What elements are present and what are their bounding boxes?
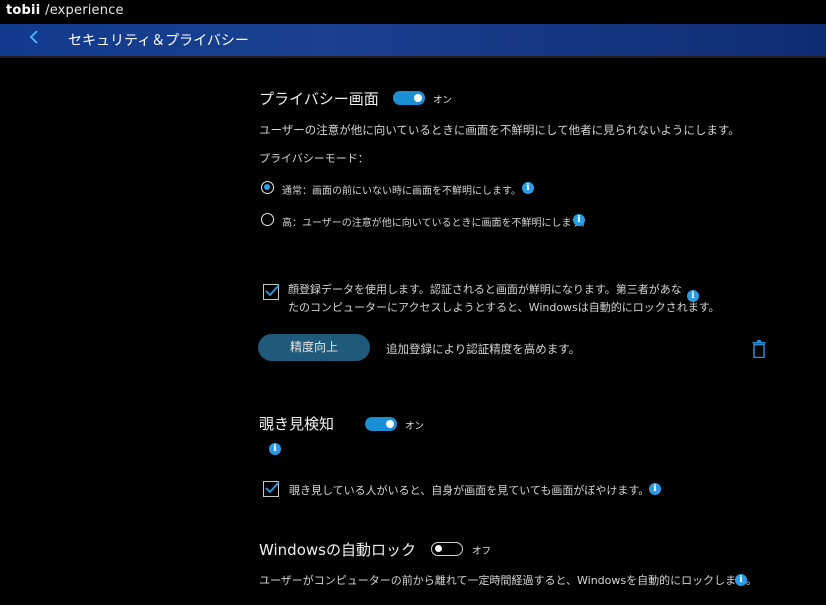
privacy-mode-normal-radio[interactable]: [261, 181, 274, 194]
improve-accuracy-button[interactable]: 精度向上: [258, 334, 370, 361]
toggle-knob: [414, 94, 422, 102]
face-data-line2: たのコンピューターにアクセスしようとすると、Windowsは自動的にロックされま…: [288, 301, 720, 314]
app-logo: tobii /experience: [6, 3, 124, 18]
privacy-mode-normal-label: 通常：画面の前にいない時に画面を不鮮明にします。: [282, 186, 521, 197]
privacy-screen-toggle[interactable]: [393, 91, 425, 105]
page-title: セキュリティ＆プライバシー: [68, 33, 249, 49]
snoop-detect-toggle-label: オン: [405, 421, 425, 432]
privacy-screen-description: ユーザーの注意が他に向いているときに画面を不鮮明にして他者に見られないようにしま…: [259, 123, 740, 137]
privacy-mode-high-radio[interactable]: [261, 213, 274, 226]
info-icon[interactable]: i: [649, 483, 661, 495]
info-icon[interactable]: i: [735, 574, 747, 586]
info-icon[interactable]: i: [573, 214, 585, 226]
snoop-blur-checkbox[interactable]: [263, 481, 280, 497]
brand-name: tobii: [6, 3, 41, 18]
trash-icon[interactable]: [752, 340, 766, 359]
privacy-screen-title: プライバシー画面: [259, 90, 379, 108]
improve-accuracy-description: 追加登録により認証精度を高めます。: [386, 342, 581, 356]
snoop-blur-label: 覗き見している人がいると、自身が画面を見ていても画面がぼやけます。: [289, 484, 650, 497]
snoop-detect-title: 覗き見検知: [259, 415, 335, 433]
auto-lock-toggle[interactable]: [431, 542, 463, 556]
auto-lock-description: ユーザーがコンピューターの前から離れて一定時間経過すると、Windowsを自動的…: [259, 574, 758, 587]
privacy-mode-heading: プライバシーモード：: [259, 152, 369, 165]
auto-lock-toggle-label: オフ: [472, 546, 492, 557]
info-icon[interactable]: i: [687, 290, 699, 302]
info-icon[interactable]: i: [269, 443, 281, 455]
privacy-mode-high-label: 高：ユーザーの注意が他に向いているときに画面を不鮮明にします。: [282, 218, 591, 229]
info-icon[interactable]: i: [522, 182, 534, 194]
header-divider: [0, 56, 826, 58]
chevron-left-icon[interactable]: [26, 29, 42, 49]
header-bar: セキュリティ＆プライバシー: [0, 24, 826, 56]
privacy-screen-toggle-label: オン: [433, 95, 453, 106]
snoop-detect-toggle[interactable]: [365, 417, 397, 431]
toggle-knob: [435, 545, 442, 552]
toggle-knob: [386, 420, 394, 428]
face-data-line1: 顔登録データを使用します。認証されると画面が鮮明になります。第三者があな: [288, 283, 682, 296]
face-data-checkbox[interactable]: [263, 284, 280, 300]
title-bar: tobii /experience: [0, 0, 826, 24]
auto-lock-title: Windowsの自動ロック: [259, 541, 416, 559]
brand-suffix: /experience: [45, 3, 124, 18]
